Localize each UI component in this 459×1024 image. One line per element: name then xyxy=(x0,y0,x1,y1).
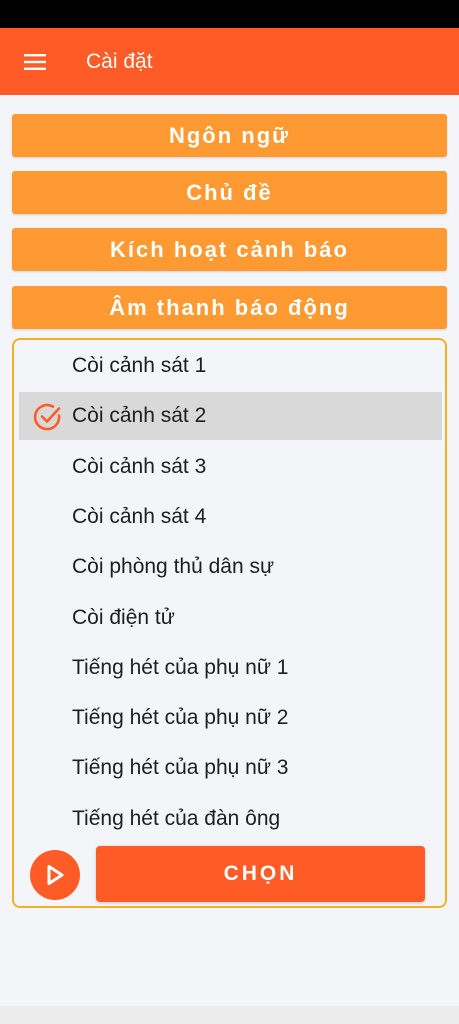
sound-item-label: Tiếng hét của phụ nữ 2 xyxy=(72,706,289,730)
sound-item-label: Còi điện tử xyxy=(72,605,175,629)
navigation-bar xyxy=(0,1006,459,1024)
sound-item-label: Còi cảnh sát 2 xyxy=(72,404,207,428)
sound-item[interactable]: Còi cảnh sát 4 xyxy=(19,493,442,541)
sound-item-label: Tiếng hét của phụ nữ 3 xyxy=(72,756,289,780)
activate-alert-button[interactable]: Kích hoạt cảnh báo xyxy=(12,228,447,271)
alarm-sound-button[interactable]: Âm thanh báo động xyxy=(12,286,447,329)
sound-item[interactable]: Tiếng hét của phụ nữ 1 xyxy=(19,644,442,692)
play-button[interactable] xyxy=(30,850,80,900)
sound-item-label: Còi cảnh sát 1 xyxy=(72,354,207,377)
sound-item-label: Còi cảnh sát 4 xyxy=(72,504,207,528)
alarm-sound-panel: Còi cảnh sát 1 Còi cảnh sát 2 Còi cảnh sát… xyxy=(12,338,447,908)
menu-button[interactable] xyxy=(0,28,70,95)
sound-item[interactable]: Tiếng hét của đàn ông xyxy=(19,795,442,843)
sound-item[interactable]: Còi cảnh sát 1 xyxy=(19,342,442,390)
sound-item[interactable]: Còi phòng thủ dân sự xyxy=(19,543,442,591)
sound-item[interactable]: Còi cảnh sát 2 xyxy=(19,392,442,441)
choose-button[interactable]: CHỌN xyxy=(96,846,425,902)
sound-item[interactable]: Tiếng hét của phụ nữ 2 xyxy=(19,694,442,742)
theme-button[interactable]: Chủ đề xyxy=(12,171,447,214)
sound-item-label: Còi phòng thủ dân sự xyxy=(72,555,275,579)
status-bar xyxy=(0,0,459,28)
sound-item-label: Tiếng hét của đàn ông xyxy=(72,806,281,830)
language-button[interactable]: Ngôn ngữ xyxy=(12,114,447,157)
sound-item[interactable]: Tiếng hét của phụ nữ 3 xyxy=(19,744,442,792)
app-bar: Cài đặt xyxy=(0,28,459,95)
page-title: Cài đặt xyxy=(86,49,153,73)
play-icon xyxy=(47,865,64,885)
check-circle-icon xyxy=(33,404,61,431)
menu-icon xyxy=(24,53,46,70)
sound-item[interactable]: Còi điện tử xyxy=(19,594,442,642)
sound-item[interactable]: Còi cảnh sát 3 xyxy=(19,443,442,491)
sound-item-label: Tiếng hét của phụ nữ 1 xyxy=(72,655,289,679)
sound-item-label: Còi cảnh sát 3 xyxy=(72,454,207,478)
